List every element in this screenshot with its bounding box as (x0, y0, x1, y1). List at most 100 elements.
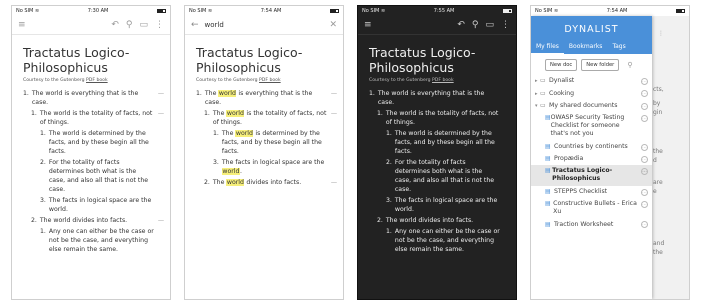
drawer-tabs: My files Bookmarks Tags (531, 43, 652, 54)
status-bar: No SIM ≋ 7:30 AM (12, 6, 170, 16)
bullet-item[interactable]: 2. The world divides into facts. — (204, 178, 337, 187)
battery-icon (330, 9, 339, 13)
folder-row[interactable]: ▸ ▭ Dynalist ⋯ (531, 75, 652, 87)
options-icon[interactable]: ⋯ (641, 143, 648, 151)
close-icon[interactable]: ✕ (329, 20, 337, 30)
folder-row[interactable]: ▾ ▭ My shared documents ⋯ (531, 100, 652, 112)
options-icon[interactable]: ⋯ (641, 188, 648, 196)
menu-icon[interactable]: ≡ (364, 20, 372, 30)
new-folder-button[interactable]: New folder (581, 59, 620, 71)
status-bar: No SIM ≋ 7:55 AM (358, 6, 516, 16)
peek-text: the (653, 249, 663, 256)
bullet-item[interactable]: 1. The world is determined by the facts, … (40, 129, 164, 156)
options-icon[interactable]: ⋯ (641, 78, 648, 85)
book-icon[interactable]: ▭ (139, 20, 148, 30)
status-bar: No SIM ≋ 7:54 AM (185, 6, 343, 16)
time-label: 7:30 AM (87, 8, 109, 14)
back-arrow-icon[interactable]: ← (191, 20, 199, 30)
courtesy-note: Courtesy to the Gutenberg PDF book (369, 78, 454, 83)
search-icon[interactable]: ⚲ (126, 20, 133, 30)
document-icon: ▤ (545, 200, 551, 208)
tab-my-files[interactable]: My files (531, 43, 564, 54)
document-row[interactable]: ▤ Traction Worksheet ⋯ (531, 218, 652, 230)
document-row[interactable]: ▤ Propædia ⋯ (531, 153, 652, 165)
collapse-icon[interactable]: — (331, 178, 337, 187)
search-input[interactable]: world (205, 21, 330, 29)
pdf-book-link[interactable]: PDF book (259, 78, 281, 83)
bullet-item[interactable]: 1. The world is the totality of facts, no… (204, 109, 337, 127)
toolbar: ≡ ↶ ⚲ ▭ ⋮ (12, 16, 170, 35)
document-label: Constructive Bullets - Erica Xu (553, 200, 637, 216)
options-icon[interactable]: ⋯ (641, 115, 648, 123)
carrier-label: No SIM ≋ (535, 8, 559, 14)
book-icon[interactable]: ▭ (485, 20, 494, 30)
folder-label: Cooking (549, 89, 575, 97)
pdf-book-link[interactable]: PDF book (86, 78, 108, 83)
document-row[interactable]: ▤ STEPPS Checklist ⋯ (531, 186, 652, 198)
document-row[interactable]: ▤ Countries by continents ⋯ (531, 141, 652, 153)
search-icon[interactable]: ⚲ (627, 61, 632, 69)
document-label: Countries by continents (554, 142, 628, 150)
bullet-item[interactable]: 1. The world is determined by the facts, … (213, 129, 337, 156)
drawer-actions: New doc New folder ⚲ (531, 54, 652, 75)
document-title: Tractatus Logico-Philosophicus (369, 45, 476, 75)
folder-icon: ▭ (540, 89, 546, 97)
tab-tags[interactable]: Tags (607, 43, 630, 54)
tab-bookmarks[interactable]: Bookmarks (564, 43, 608, 54)
new-doc-button[interactable]: New doc (545, 59, 578, 71)
peek-text: gin (653, 109, 663, 116)
bullet-item[interactable]: 1. The world is everything that is the ca… (369, 89, 510, 107)
bullet-item[interactable]: 1. Any one can either be the case or not … (40, 227, 164, 254)
bullet-item[interactable]: 2. For the totality of facts determines b… (40, 158, 164, 194)
search-highlight: world (235, 130, 254, 137)
carrier-label: No SIM ≋ (16, 8, 40, 14)
options-icon[interactable]: ⋯ (641, 221, 648, 229)
phone-file-drawer: No SIM ≋ 7:54 AM ⋮ cts, by gin the d are… (530, 5, 690, 300)
peek-text: the (653, 148, 663, 155)
folder-row[interactable]: ▸ ▭ Cooking ⋯ (531, 87, 652, 99)
outline: 1. The world is everything that is the ca… (196, 89, 337, 187)
options-icon[interactable]: ⋯ (641, 201, 648, 208)
options-icon[interactable]: ⋯ (641, 102, 648, 110)
document-icon: ▤ (545, 167, 551, 175)
bullet-item[interactable]: 1. The world is the totality of facts, no… (377, 109, 510, 127)
more-icon[interactable]: ⋮ (501, 20, 510, 30)
document-row[interactable]: ▤ OWASP Security Testing Checklist for so… (531, 112, 652, 140)
collapse-icon[interactable]: — (331, 109, 337, 118)
search-bar: ← world ✕ (185, 16, 343, 35)
document-row[interactable]: ▤ Constructive Bullets - Erica Xu ⋯ (531, 198, 652, 218)
courtesy-note: Courtesy to the Gutenberg PDF book (23, 78, 108, 83)
bullet-item[interactable]: 3. The facts in logical space are the wor… (40, 196, 164, 214)
peek-text: and (653, 240, 665, 247)
more-icon[interactable]: ⋮ (658, 30, 664, 37)
menu-icon[interactable]: ≡ (18, 20, 26, 30)
phone-search: No SIM ≋ 7:54 AM ← world ✕ Tractatus Log… (184, 5, 344, 300)
options-icon[interactable]: ⋯ (641, 155, 648, 163)
bullet-item[interactable]: 1. The world is everything that is the ca… (196, 89, 337, 107)
peek-text: cts, (653, 86, 664, 93)
collapse-icon[interactable]: — (158, 109, 164, 118)
bullet-item[interactable]: 3. The facts in logical space are the wor… (386, 196, 510, 214)
search-icon[interactable]: ⚲ (472, 20, 479, 30)
bullet-item[interactable]: 2. The world divides into facts. (377, 216, 510, 225)
pdf-book-link[interactable]: PDF book (432, 78, 454, 83)
undo-icon[interactable]: ↶ (457, 20, 465, 30)
bullet-item[interactable]: 1. The world is the totality of facts, no… (31, 109, 164, 127)
bullet-item[interactable]: 2. For the totality of facts determines b… (386, 158, 510, 194)
phone-document-dark: No SIM ≋ 7:55 AM ≡ ↶ ⚲ ▭ ⋮ Tractatus Log… (357, 5, 517, 300)
collapse-icon[interactable]: — (158, 216, 164, 225)
collapse-icon[interactable]: — (331, 89, 337, 98)
collapse-icon[interactable]: — (158, 89, 164, 98)
undo-icon[interactable]: ↶ (111, 20, 119, 30)
outline: 1. The world is everything that is the ca… (369, 89, 510, 254)
bullet-item[interactable]: 1. The world is everything that is the ca… (23, 89, 164, 107)
more-icon[interactable]: ⋮ (155, 20, 164, 30)
search-highlight: world (218, 90, 237, 97)
bullet-item[interactable]: 2. The world divides into facts. — (31, 216, 164, 225)
bullet-item[interactable]: 1. Any one can either be the case or not … (386, 227, 510, 254)
bullet-item[interactable]: 1. The world is determined by the facts, … (386, 129, 510, 156)
options-icon[interactable]: ⋯ (641, 168, 648, 176)
bullet-item[interactable]: 3. The facts in logical space are the wor… (213, 158, 337, 176)
document-row-selected[interactable]: ▤ Tractatus Logico-Philosophicus ⋯ (531, 165, 652, 186)
options-icon[interactable]: ⋯ (641, 90, 648, 98)
